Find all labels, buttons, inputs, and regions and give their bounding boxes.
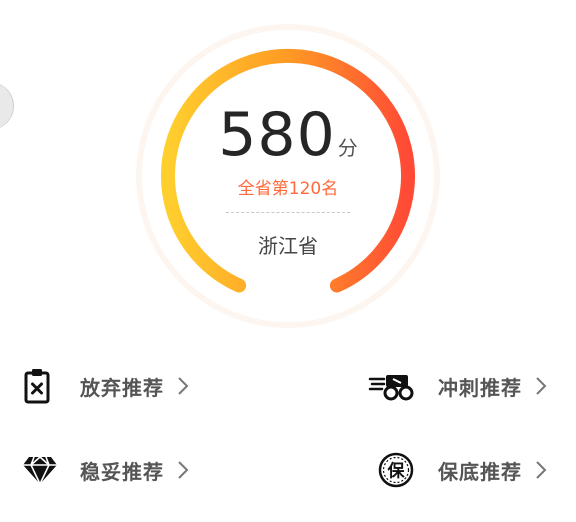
score-unit: 分 [337,136,358,160]
bao-stamp-icon: 保 [378,452,414,488]
dashed-divider [226,212,350,213]
chevron-right-icon [178,461,189,479]
steady-recommend-button[interactable]: 稳妥推荐 [22,450,192,490]
score-display: 580 分 [0,100,576,170]
gauge-graphic [136,24,440,328]
sprint-recommend-button[interactable]: 冲刺推荐 [368,366,550,406]
menu-label: 保底推荐 [438,459,522,484]
province-rank: 全省第120名 [237,179,339,199]
chevron-right-icon [536,377,547,395]
menu-label: 放弃推荐 [80,375,164,400]
bao-glyph: 保 [387,461,406,482]
sprint-runner-icon [368,370,414,402]
safety-recommend-button[interactable]: 保 保底推荐 [378,450,550,490]
menu-label: 冲刺推荐 [438,375,522,400]
score-value: 580 [218,100,336,170]
give-up-recommend-button[interactable]: 放弃推荐 [22,366,192,406]
chevron-right-icon [536,461,547,479]
diamond-icon [22,454,58,486]
menu-label: 稳妥推荐 [80,459,164,484]
chevron-right-icon [178,377,189,395]
clipboard-x-icon [22,367,52,405]
score-gauge [0,0,576,340]
province-name: 浙江省 [258,234,318,258]
